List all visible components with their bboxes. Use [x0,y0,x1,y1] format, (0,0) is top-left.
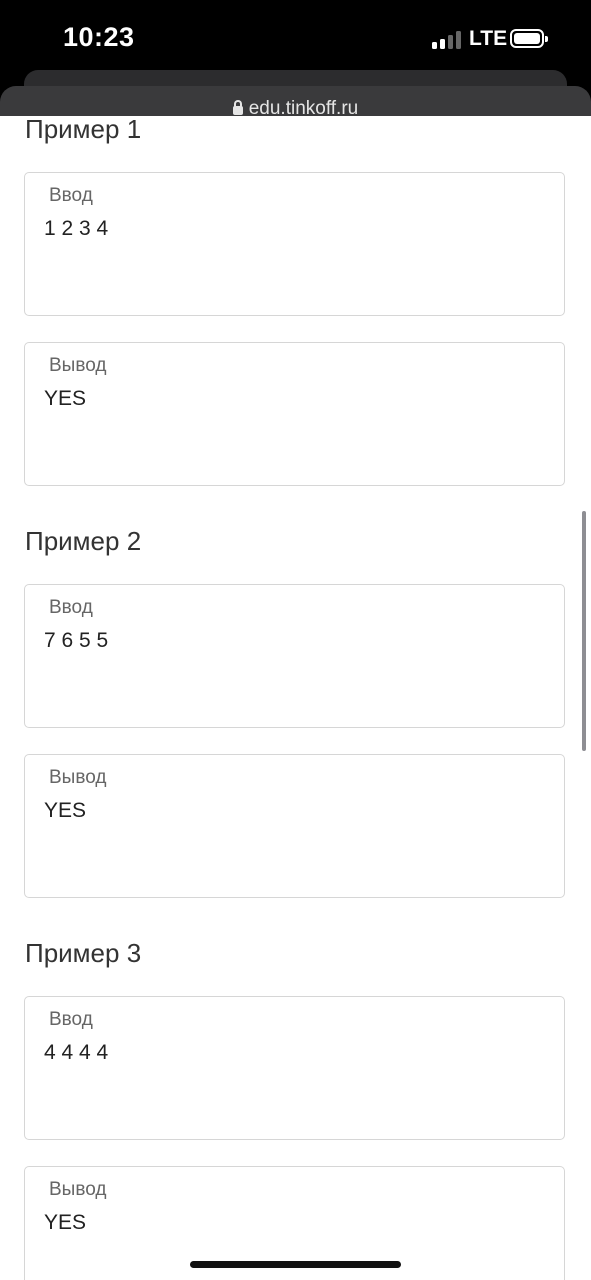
signal-strength-icon [432,30,464,49]
output-box: Вывод YES [24,754,565,898]
input-value: 7 6 5 5 [44,629,109,652]
example-title: Пример 3 [25,938,142,968]
input-box: Ввод 7 6 5 5 [24,584,565,728]
output-box: Вывод YES [24,342,565,486]
scrollbar[interactable] [582,511,586,751]
status-bar: 10:23 LTE [0,0,591,80]
output-label: Вывод [49,1179,107,1200]
input-value: 1 2 3 4 [44,217,109,240]
phone-screen: 10:23 LTE edu.tinkoff.ru Пример 1 Ввод 1… [0,0,591,1280]
example-title: Пример 1 [25,116,142,144]
input-box: Ввод 4 4 4 4 [24,996,565,1140]
page-content: Пример 1 Ввод 1 2 3 4 Вывод YES Пример 2… [0,116,591,1280]
output-value: YES [44,799,87,822]
output-value: YES [44,1211,87,1234]
input-box: Ввод 1 2 3 4 [24,172,565,316]
input-label: Ввод [49,185,93,206]
home-indicator[interactable] [190,1261,401,1268]
output-value: YES [44,387,87,410]
input-value: 4 4 4 4 [44,1041,109,1064]
url-text: edu.tinkoff.ru [248,98,359,116]
output-label: Вывод [49,355,107,376]
battery-full-icon [510,29,548,48]
input-label: Ввод [49,1009,93,1030]
example-title: Пример 2 [25,526,142,556]
network-type-label: LTE [469,27,508,50]
input-label: Ввод [49,597,93,618]
url-display[interactable]: edu.tinkoff.ru [0,98,591,116]
lock-icon [232,100,243,115]
status-time: 10:23 [63,22,135,52]
output-label: Вывод [49,767,107,788]
browser-address-bar[interactable]: edu.tinkoff.ru [0,86,591,116]
